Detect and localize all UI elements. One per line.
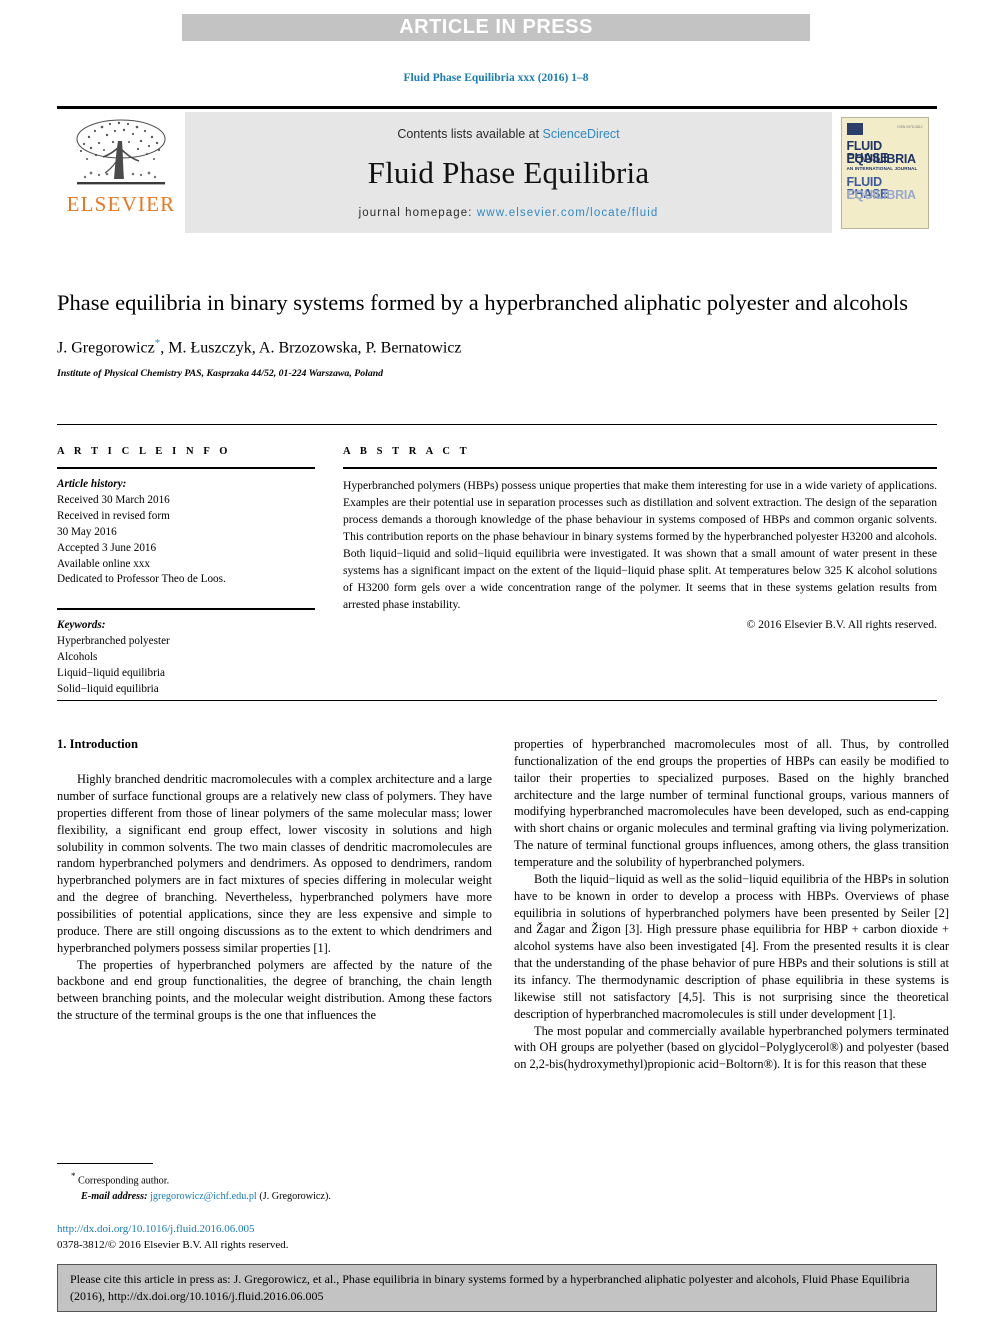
journal-title: Fluid Phase Equilibria [367,154,650,190]
body-column-left: 1. Introduction Highly branched dendriti… [57,736,492,1024]
cite-this-article-text: Please cite this article in press as: J.… [70,1271,910,1303]
history-item: 30 May 2016 [57,525,117,538]
email-label: E-mail address: [81,1190,148,1202]
email-owner: (J. Gregorowicz). [259,1190,331,1202]
paragraph: The most popular and commercially availa… [514,1023,949,1072]
keyword-item: Hyperbranched polyester [57,635,170,648]
keywords-label: Keywords: [57,619,106,632]
journal-cover-thumbnail: ISSN 0378-3812 FLUID PHASE EQUILIBRIA AN… [832,112,937,233]
title-block: Phase equilibria in binary systems forme… [57,288,937,379]
article-in-press-banner: ARTICLE IN PRESS [182,14,810,41]
footnote-block: * Corresponding author. E-mail address: … [57,1170,492,1204]
footnote-star-marker: * [71,1171,76,1181]
keyword-item: Alcohols [57,651,98,664]
cover-elsevier-block-icon [846,122,863,135]
cover-subtitle: AN INTERNATIONAL JOURNAL [846,165,918,171]
homepage-prefix: journal homepage: [358,206,477,219]
corresponding-author-note: * Corresponding author. [57,1170,492,1189]
history-item: Dedicated to Professor Theo de Loos. [57,573,226,586]
abstract-copyright: © 2016 Elsevier B.V. All rights reserved… [746,618,937,632]
journal-homepage-link[interactable]: www.elsevier.com/locate/fluid [477,207,658,219]
abstract-block: A B S T R A C T Hyperbranched polymers (… [343,446,937,631]
keywords-rule [57,608,315,611]
paragraph: Both the liquid−liquid as well as the so… [514,871,949,1021]
article-info-block: A R T I C L E I N F O Article history: R… [57,446,315,698]
elsevier-wordmark: ELSEVIER [66,192,176,216]
doi-block: http://dx.doi.org/10.1016/j.fluid.2016.0… [57,1222,492,1254]
masthead-inner: ELSEVIER Contents lists available at Sci… [57,112,937,233]
journal-masthead: ELSEVIER Contents lists available at Sci… [57,106,937,234]
masthead-center: Contents lists available at ScienceDirec… [185,112,832,233]
page-title: Phase equilibria in binary systems forme… [57,290,909,315]
issn-copyright-line: 0378-3812/© 2016 Elsevier B.V. All right… [57,1238,289,1251]
article-history-label: Article history: [57,478,127,490]
cover-line-2: EQUILIBRIA [846,151,917,166]
corresponding-author-label: Corresponding author. [78,1175,170,1187]
email-link[interactable]: jgregorowicz@ichf.edu.pl [150,1191,257,1202]
author-rest: , M. Łuszczyk, A. Brzozowska, P. Bernato… [160,339,462,357]
history-item: Received 30 March 2016 [57,493,170,506]
keyword-item: Solid−liquid equilibria [57,682,159,695]
article-info-rule [57,467,315,469]
paragraph: The properties of hyperbranched polymers… [57,957,492,1023]
contents-available-line: Contents lists available at ScienceDirec… [397,127,619,141]
author-list: J. Gregorowicz*, M. Łuszczyk, A. Brzozow… [57,337,937,357]
info-zone-bottom-rule [57,700,937,701]
paragraph: properties of hyperbranched macromolecul… [514,737,949,870]
running-head: Fluid Phase Equilibria xxx (2016) 1–8 [403,72,589,84]
history-item: Available online xxx [57,557,150,570]
section-heading-introduction: 1. Introduction [57,737,138,751]
contents-prefix: Contents lists available at [397,126,543,141]
article-in-press-label: ARTICLE IN PRESS [399,16,593,38]
abstract-rule [343,467,937,469]
journal-homepage-line: journal homepage: www.elsevier.com/locat… [359,207,659,219]
footnote-separator-rule [57,1163,153,1164]
elsevier-logo: ELSEVIER [57,112,185,233]
author-first: J. Gregorowicz [57,339,155,357]
keywords-block: Keywords: Hyperbranched polyester Alcoho… [57,618,315,698]
keyword-item: Liquid−liquid equilibria [57,667,165,680]
info-zone-top-rule [57,424,937,425]
elsevier-tree-icon [76,119,166,185]
history-item: Received in revised form [57,509,170,522]
body-column-right: properties of hyperbranched macromolecul… [514,736,949,1073]
article-history: Article history: Received 30 March 2016 … [57,477,315,588]
author-affiliation: Institute of Physical Chemistry PAS, Kas… [57,367,384,379]
sciencedirect-link[interactable]: ScienceDirect [543,127,620,141]
abstract-text: Hyperbranched polymers (HBPs) possess un… [343,479,937,612]
cover-corner-note: ISSN 0378-3812 [897,124,923,129]
cover-line-4: EQUILIBRIA [846,187,917,202]
abstract-heading: A B S T R A C T [343,446,471,457]
cite-this-article-box: Please cite this article in press as: J.… [57,1264,937,1312]
paragraph: Highly branched dendritic macromolecules… [57,772,492,955]
cover-card: ISSN 0378-3812 FLUID PHASE EQUILIBRIA AN… [840,116,929,229]
history-item: Accepted 3 June 2016 [57,541,157,554]
article-info-heading: A R T I C L E I N F O [57,446,232,457]
masthead-top-rule [57,106,937,109]
doi-link[interactable]: http://dx.doi.org/10.1016/j.fluid.2016.0… [57,1222,492,1238]
email-line: E-mail address: jgregorowicz@ichf.edu.pl… [57,1189,492,1204]
